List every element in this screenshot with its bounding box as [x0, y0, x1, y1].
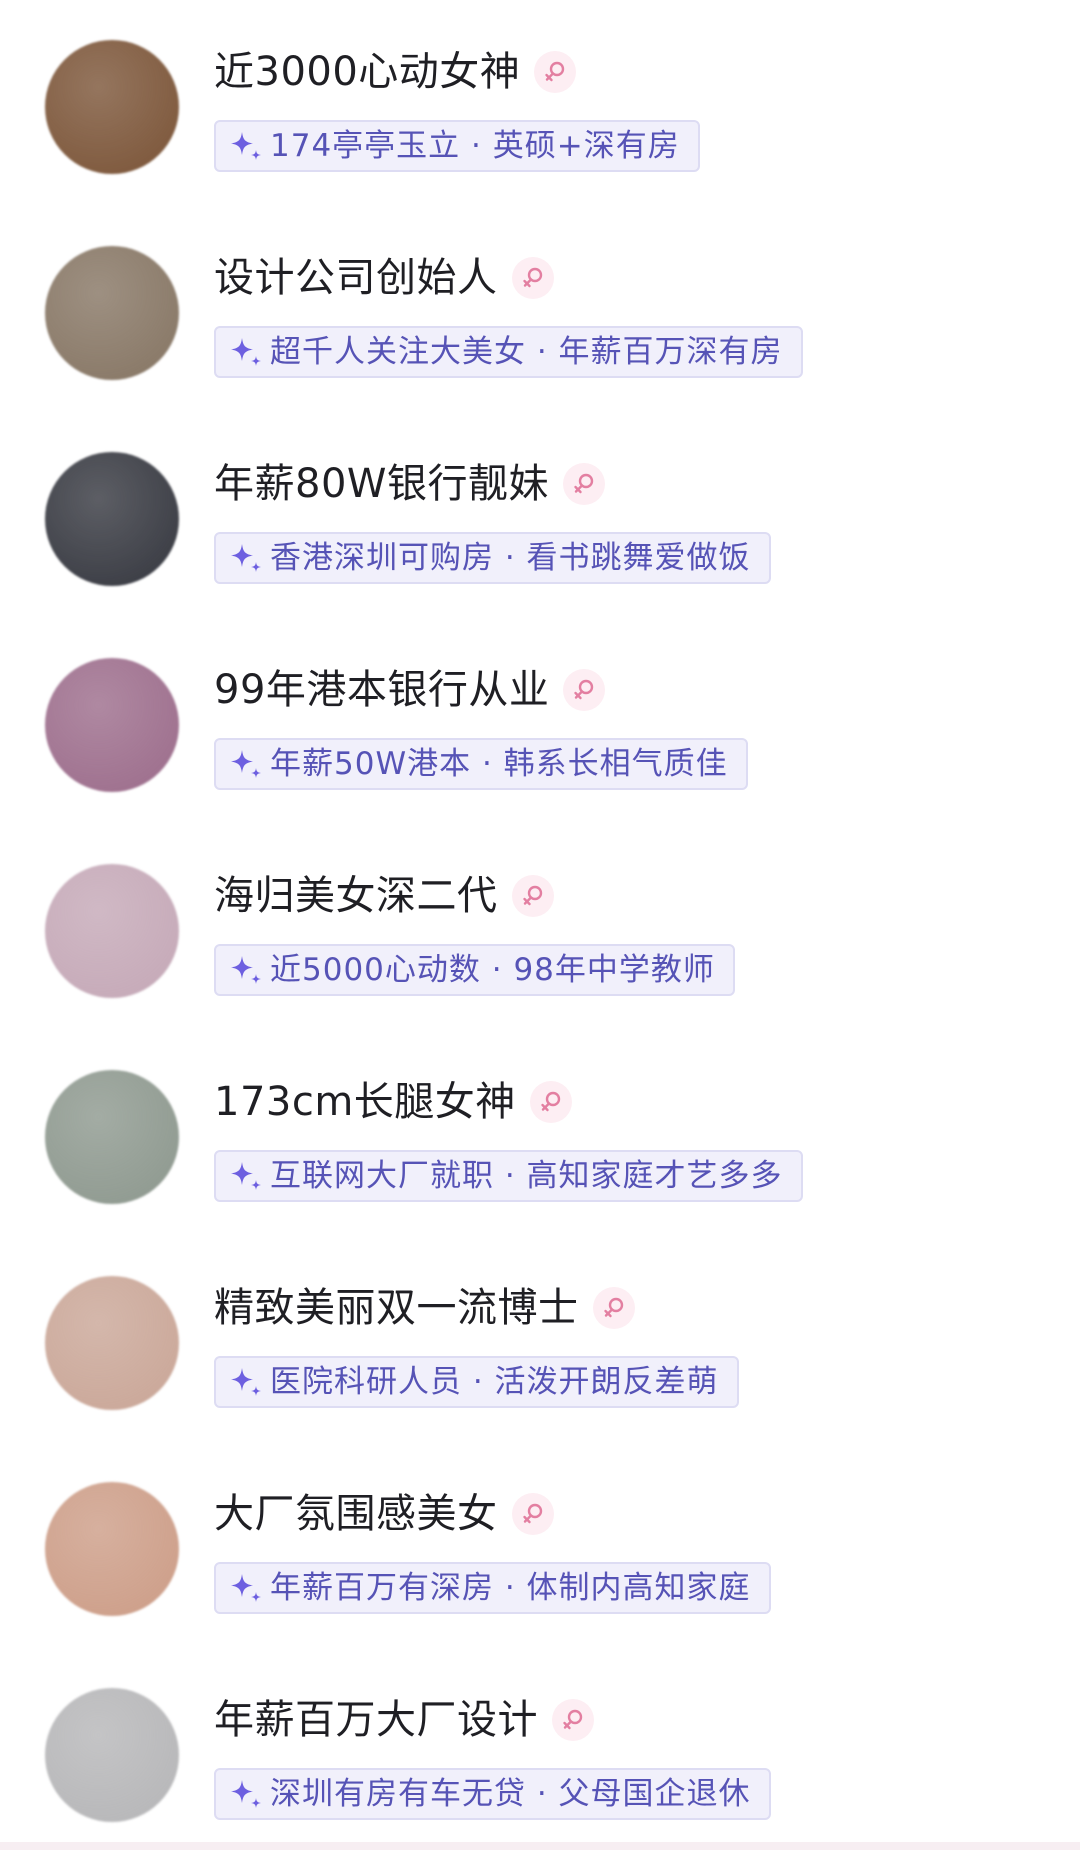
profile-name: 精致美丽双一流博士	[214, 1285, 579, 1331]
female-symbol-icon	[511, 875, 554, 917]
avatar[interactable]	[45, 658, 179, 792]
name-row: 大厂氛围感美女	[214, 1486, 554, 1542]
tag-text: 深圳有房有车无贷 · 父母国企退休	[270, 1776, 751, 1812]
avatar[interactable]	[45, 246, 179, 380]
female-symbol-icon	[592, 1287, 635, 1329]
avatar[interactable]	[45, 40, 179, 174]
sparkle-icon	[228, 1158, 264, 1194]
profile-item[interactable]: 近3000心动女神 174亭亭玉立 · 英硕+深有房	[0, 0, 1080, 206]
avatar[interactable]	[45, 1688, 179, 1822]
female-symbol-icon	[552, 1699, 594, 1741]
female-symbol-icon	[562, 463, 605, 505]
name-row: 设计公司创始人	[214, 250, 554, 306]
profile-item[interactable]: 精致美丽双一流博士 医院科研人员 · 活泼开朗反差萌	[0, 1236, 1080, 1442]
profile-item[interactable]: 99年港本银行从业 年薪50W港本 · 韩系长相气质佳	[0, 618, 1080, 824]
female-symbol-icon	[563, 669, 606, 711]
female-symbol-icon	[511, 1493, 554, 1535]
profile-tag: 174亭亭玉立 · 英硕+深有房	[214, 120, 700, 172]
tag-text: 近5000心动数 · 98年中学教师	[270, 952, 715, 988]
tag-text: 香港深圳可购房 · 看书跳舞爱做饭	[270, 540, 751, 576]
profile-tag: 医院科研人员 · 活泼开朗反差萌	[214, 1356, 739, 1408]
profile-item[interactable]: 173cm长腿女神 互联网大厂就职 · 高知家庭才艺多多	[0, 1030, 1080, 1236]
profile-item[interactable]: 年薪80W银行靓妹 香港深圳可购房 · 看书跳舞爱做饭	[0, 412, 1080, 618]
profile-tag: 深圳有房有车无贷 · 父母国企退休	[214, 1768, 771, 1820]
profile-name: 海归美女深二代	[214, 873, 498, 919]
profile-name: 年薪80W银行靓妹	[214, 461, 549, 507]
profile-name: 近3000心动女神	[214, 49, 521, 95]
tag-text: 年薪百万有深房 · 体制内高知家庭	[270, 1570, 751, 1606]
female-symbol-icon	[529, 1081, 572, 1123]
avatar[interactable]	[45, 452, 179, 586]
profile-name: 年薪百万大厂设计	[214, 1697, 538, 1743]
sparkle-icon	[228, 1570, 264, 1606]
profile-item[interactable]: 大厂氛围感美女 年薪百万有深房 · 体制内高知家庭	[0, 1442, 1080, 1648]
profile-tag: 年薪50W港本 · 韩系长相气质佳	[214, 738, 748, 790]
avatar[interactable]	[45, 1482, 179, 1616]
sparkle-icon	[228, 1776, 264, 1812]
profile-item[interactable]: 年薪百万大厂设计 深圳有房有车无贷 · 父母国企退休	[0, 1648, 1080, 1854]
avatar[interactable]	[45, 864, 179, 998]
name-row: 近3000心动女神	[214, 44, 577, 100]
profile-name: 99年港本银行从业	[214, 667, 550, 713]
sparkle-icon	[228, 952, 264, 988]
sparkle-icon	[228, 1364, 264, 1400]
female-symbol-icon	[534, 51, 577, 93]
profile-tag: 香港深圳可购房 · 看书跳舞爱做饭	[214, 532, 771, 584]
profile-list: 近3000心动女神 174亭亭玉立 · 英硕+深有房 设计公司创始人 超千人关注…	[0, 0, 1080, 1850]
profile-name: 设计公司创始人	[214, 255, 498, 301]
sparkle-icon	[228, 334, 264, 370]
sparkle-icon	[228, 746, 264, 782]
profile-tag: 超千人关注大美女 · 年薪百万深有房	[214, 326, 803, 378]
name-row: 精致美丽双一流博士	[214, 1280, 635, 1336]
tag-text: 超千人关注大美女 · 年薪百万深有房	[270, 334, 783, 370]
avatar[interactable]	[45, 1276, 179, 1410]
bottom-edge	[0, 1842, 1080, 1850]
profile-item[interactable]: 海归美女深二代 近5000心动数 · 98年中学教师	[0, 824, 1080, 1030]
profile-tag: 近5000心动数 · 98年中学教师	[214, 944, 735, 996]
name-row: 年薪80W银行靓妹	[214, 456, 605, 512]
profile-name: 173cm长腿女神	[214, 1079, 516, 1125]
tag-text: 互联网大厂就职 · 高知家庭才艺多多	[270, 1158, 783, 1194]
tag-text: 174亭亭玉立 · 英硕+深有房	[270, 128, 680, 164]
female-symbol-icon	[511, 257, 554, 299]
sparkle-icon	[228, 128, 264, 164]
tag-text: 年薪50W港本 · 韩系长相气质佳	[270, 746, 728, 782]
name-row: 海归美女深二代	[214, 868, 554, 924]
sparkle-icon	[228, 540, 264, 576]
name-row: 173cm长腿女神	[214, 1074, 572, 1130]
profile-tag: 互联网大厂就职 · 高知家庭才艺多多	[214, 1150, 803, 1202]
avatar[interactable]	[45, 1070, 179, 1204]
profile-name: 大厂氛围感美女	[214, 1491, 498, 1537]
profile-tag: 年薪百万有深房 · 体制内高知家庭	[214, 1562, 771, 1614]
profile-item[interactable]: 设计公司创始人 超千人关注大美女 · 年薪百万深有房	[0, 206, 1080, 412]
tag-text: 医院科研人员 · 活泼开朗反差萌	[270, 1364, 719, 1400]
name-row: 99年港本银行从业	[214, 662, 606, 718]
name-row: 年薪百万大厂设计	[214, 1692, 594, 1748]
